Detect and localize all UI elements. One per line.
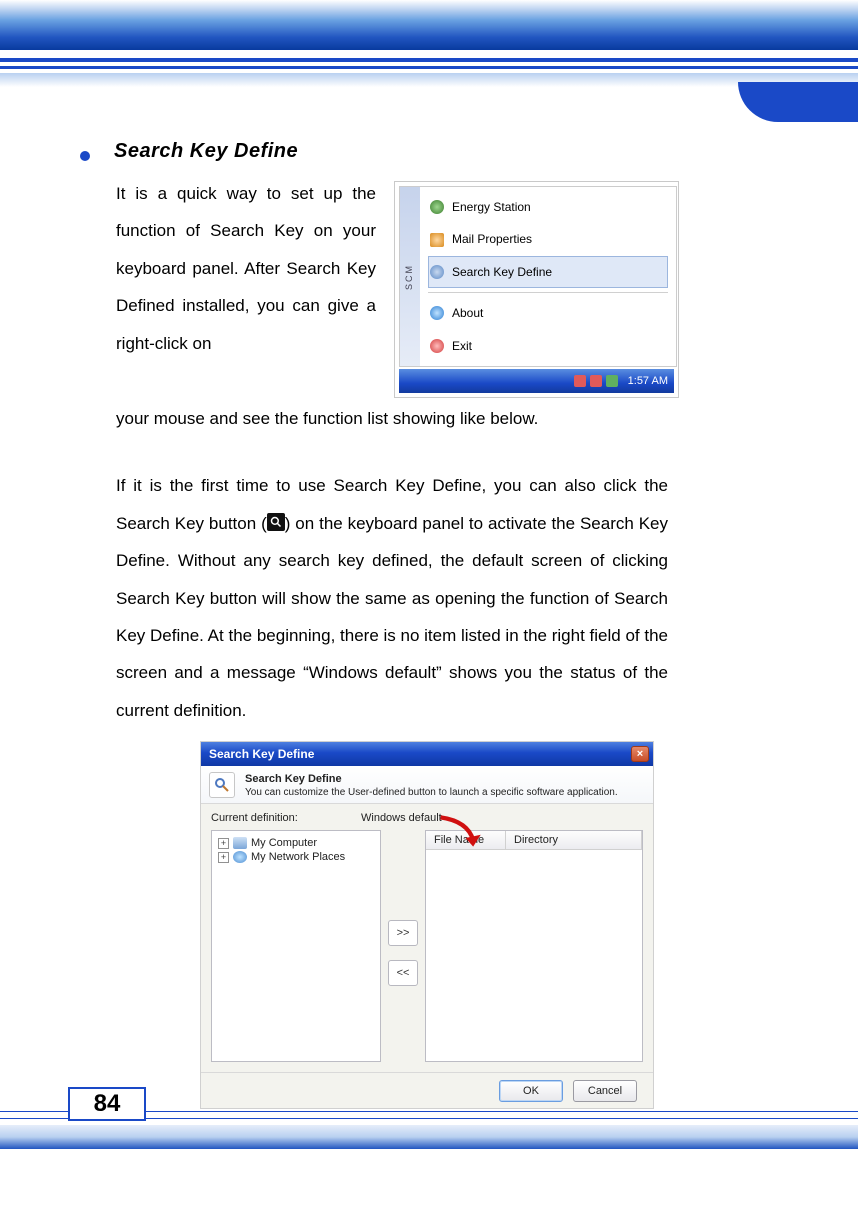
dialog-titlebar: Search Key Define ×: [201, 742, 653, 766]
banner-description: You can customize the User-defined butto…: [245, 786, 618, 799]
tree-pane[interactable]: + My Computer + My Network Places: [211, 830, 381, 1062]
page-number: 84: [68, 1087, 146, 1121]
tray-icon[interactable]: [590, 375, 602, 387]
figure-tray-menu: SCM Energy Station Mail Properties: [394, 181, 679, 398]
figure-dialog: Search Key Define × Search Key Define: [200, 741, 654, 1109]
menu-item-about[interactable]: About: [428, 297, 668, 329]
paragraph-1a: It is a quick way to set up the function…: [116, 175, 376, 362]
content-area: Search Key Define It is a quick way to s…: [80, 140, 780, 1109]
menu-item-search-key-define[interactable]: Search Key Define: [428, 256, 668, 288]
page-top-gradient: [0, 0, 858, 50]
tree-item-label: My Computer: [251, 837, 317, 849]
section-heading-row: Search Key Define: [80, 140, 780, 163]
menu-item-label: Exit: [452, 333, 472, 359]
cancel-button[interactable]: Cancel: [573, 1080, 637, 1102]
taskbar-clock: 1:57 AM: [628, 369, 668, 393]
menu-item-label: Mail Properties: [452, 226, 532, 252]
current-definition-value: Windows default: [361, 812, 442, 824]
menu-item-energy-station[interactable]: Energy Station: [428, 191, 668, 223]
dialog-banner-icon: [209, 772, 235, 798]
page-top-rule-thin: [0, 66, 858, 69]
column-directory[interactable]: Directory: [506, 831, 642, 849]
dialog-title: Search Key Define: [209, 747, 314, 761]
info-icon: [430, 306, 444, 320]
menu-item-mail-properties[interactable]: Mail Properties: [428, 223, 668, 255]
search-key-icon: [430, 265, 444, 279]
system-taskbar: 1:57 AM: [399, 369, 674, 393]
expand-icon[interactable]: +: [218, 852, 229, 863]
expand-icon[interactable]: +: [218, 838, 229, 849]
current-definition-label: Current definition:: [211, 812, 331, 824]
tray-icon[interactable]: [606, 375, 618, 387]
tree-item-my-computer[interactable]: + My Computer: [218, 837, 374, 849]
energy-icon: [430, 200, 444, 214]
banner-title: Search Key Define: [245, 772, 618, 786]
tray-context-menu: Energy Station Mail Properties Search Ke…: [420, 187, 676, 366]
remove-button[interactable]: <<: [388, 960, 418, 986]
dialog-footer: OK Cancel: [201, 1072, 653, 1108]
menu-item-label: About: [452, 300, 483, 326]
paragraph-2: If it is the first time to use Search Ke…: [116, 467, 668, 729]
tray-sidebar-label: SCM: [400, 187, 420, 366]
menu-item-exit[interactable]: Exit: [428, 330, 668, 362]
tray-icon[interactable]: [574, 375, 586, 387]
page-corner-swoop: [738, 82, 858, 122]
mail-icon: [430, 233, 444, 247]
add-button[interactable]: >>: [388, 920, 418, 946]
current-definition-row: Current definition: Windows default: [211, 812, 643, 824]
exit-icon: [430, 339, 444, 353]
transfer-buttons: >> <<: [381, 830, 425, 1062]
tree-item-my-network-places[interactable]: + My Network Places: [218, 851, 374, 863]
list-header: File Name Directory: [426, 831, 642, 850]
paragraph-1b: your mouse and see the function list sho…: [116, 400, 668, 437]
bullet-dot-icon: [80, 151, 90, 161]
list-pane[interactable]: File Name Directory: [425, 830, 643, 1062]
menu-item-label: Energy Station: [452, 194, 531, 220]
menu-separator: [428, 292, 668, 293]
menu-item-label: Search Key Define: [452, 259, 552, 285]
paragraph-1: It is a quick way to set up the function…: [116, 175, 780, 437]
magnifier-icon: [267, 513, 285, 531]
close-button[interactable]: ×: [631, 746, 649, 762]
tree-item-label: My Network Places: [251, 851, 345, 863]
section-heading: Search Key Define: [114, 140, 298, 163]
paragraph-2b: ) on the keyboard panel to activate the …: [116, 514, 668, 720]
ok-button[interactable]: OK: [499, 1080, 563, 1102]
column-file-name[interactable]: File Name: [426, 831, 506, 849]
dialog-banner: Search Key Define You can customize the …: [201, 766, 653, 804]
document-page: Search Key Define It is a quick way to s…: [0, 0, 858, 1227]
network-places-icon: [233, 851, 247, 863]
computer-icon: [233, 837, 247, 849]
page-top-rule-thick: [0, 58, 858, 62]
